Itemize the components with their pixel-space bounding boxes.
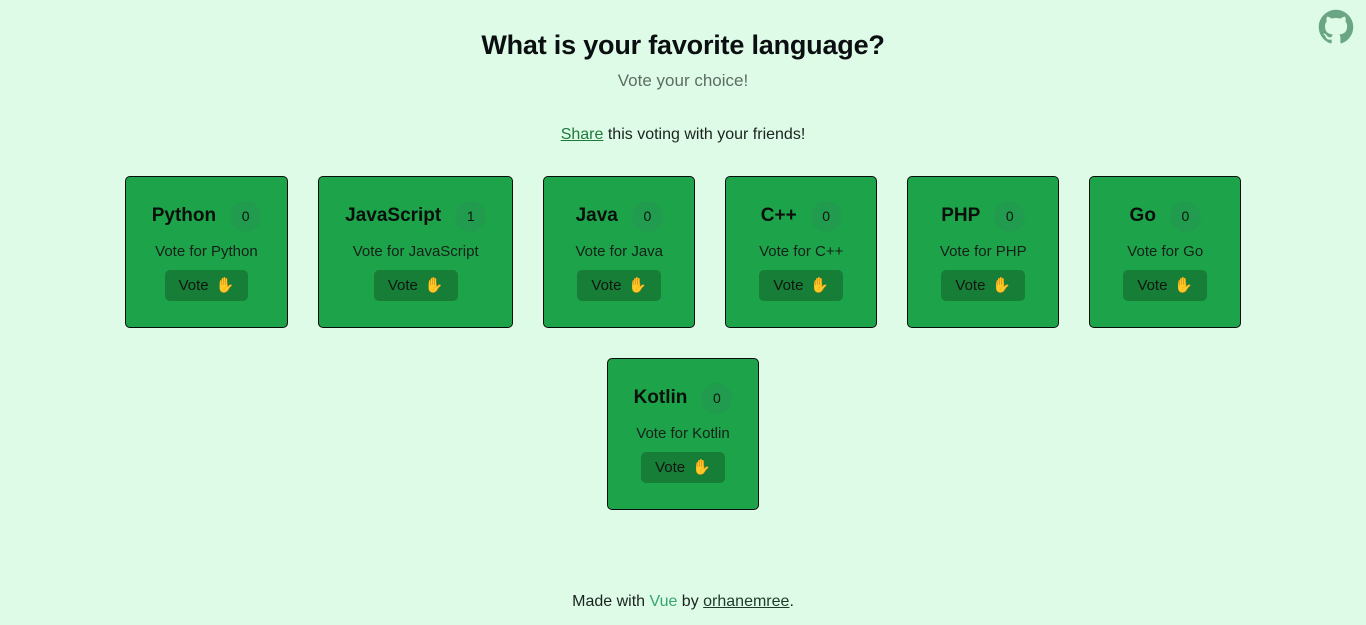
footer: Made with Vue by orhanemree. <box>0 593 1366 611</box>
vote-count-badge: 0 <box>230 200 262 232</box>
card-header: Go 0 <box>1130 199 1201 233</box>
card-title: JavaScript <box>345 205 442 226</box>
share-line: Share this voting with your friends! <box>0 126 1366 144</box>
raised-hand-icon: ✋ <box>424 277 444 294</box>
vote-button[interactable]: Vote ✋ <box>373 270 458 301</box>
vote-button[interactable]: Vote ✋ <box>759 270 844 301</box>
card-header: Kotlin 0 <box>634 381 733 415</box>
card-description: Vote for PHP <box>939 243 1027 260</box>
vote-button[interactable]: Vote ✋ <box>164 270 249 301</box>
vote-button[interactable]: Vote ✋ <box>1123 270 1208 301</box>
card-title: C++ <box>760 205 797 226</box>
card-title: Java <box>575 205 618 226</box>
card-description: Vote for C++ <box>759 243 844 260</box>
card-title: Kotlin <box>633 387 688 408</box>
raised-hand-icon: ✋ <box>810 277 830 294</box>
vote-count-badge: 0 <box>994 200 1026 232</box>
vote-count-badge: 0 <box>1169 200 1201 232</box>
raised-hand-icon: ✋ <box>692 459 711 476</box>
vote-button-label: Vote <box>1137 277 1168 294</box>
card-header: C++ 0 <box>761 199 842 233</box>
vote-card: JavaScript 1 Vote for JavaScript Vote ✋ <box>318 176 514 328</box>
footer-framework: Vue <box>649 593 678 610</box>
vote-card: Java 0 Vote for Java Vote ✋ <box>543 176 696 328</box>
card-header: PHP 0 <box>941 199 1026 233</box>
footer-middle: by <box>677 593 704 610</box>
author-link[interactable]: orhanemree <box>703 593 789 610</box>
card-header: Java 0 <box>576 199 663 233</box>
vote-count-badge: 0 <box>701 382 733 414</box>
raised-hand-icon: ✋ <box>992 277 1012 294</box>
card-description: Vote for Python <box>155 243 258 260</box>
vote-button-label: Vote <box>655 459 686 476</box>
page-title: What is your favorite language? <box>481 30 885 60</box>
page-subtitle: Vote your choice! <box>617 71 749 90</box>
card-header: Python 0 <box>151 199 262 233</box>
card-title: Python <box>151 205 217 226</box>
vote-button-label: Vote <box>387 277 418 294</box>
vote-count-badge: 1 <box>455 200 487 232</box>
vote-button-label: Vote <box>178 277 209 294</box>
footer-prefix: Made with <box>572 593 650 610</box>
vote-button-label: Vote <box>773 277 804 294</box>
vote-button-label: Vote <box>591 277 622 294</box>
card-description: Vote for Go <box>1127 243 1204 260</box>
page-header: What is your favorite language? Vote you… <box>0 0 1366 144</box>
card-description: Vote for Java <box>575 243 664 260</box>
vote-card: Go 0 Vote for Go Vote ✋ <box>1089 176 1242 328</box>
raised-hand-icon: ✋ <box>1174 277 1194 294</box>
vote-count-badge: 0 <box>631 200 663 232</box>
vote-card-grid: Python 0 Vote for Python Vote ✋ JavaScript 1 Vo… <box>0 176 1366 510</box>
raised-hand-icon: ✋ <box>215 277 235 294</box>
vote-button[interactable]: Vote ✋ <box>941 270 1026 301</box>
share-rest-text: this voting with your friends! <box>603 126 806 143</box>
vote-button[interactable]: Vote ✋ <box>641 452 725 483</box>
share-link[interactable]: Share <box>561 126 604 143</box>
vote-card: PHP 0 Vote for PHP Vote ✋ <box>907 176 1060 328</box>
card-description: Vote for Kotlin <box>636 425 730 442</box>
vote-button-label: Vote <box>955 277 986 294</box>
raised-hand-icon: ✋ <box>628 277 648 294</box>
vote-count-badge: 0 <box>810 200 842 232</box>
vote-card: C++ 0 Vote for C++ Vote ✋ <box>725 176 878 328</box>
card-description: Vote for JavaScript <box>352 243 479 260</box>
github-link[interactable] <box>1318 9 1354 45</box>
github-icon <box>1318 9 1354 45</box>
card-title: Go <box>1129 205 1156 226</box>
card-header: JavaScript 1 <box>345 199 487 233</box>
vote-card: Kotlin 0 Vote for Kotlin Vote ✋ <box>606 358 760 510</box>
vote-button[interactable]: Vote ✋ <box>577 270 662 301</box>
footer-suffix: . <box>789 593 794 610</box>
card-title: PHP <box>941 205 981 226</box>
vote-card: Python 0 Vote for Python Vote ✋ <box>124 176 289 328</box>
